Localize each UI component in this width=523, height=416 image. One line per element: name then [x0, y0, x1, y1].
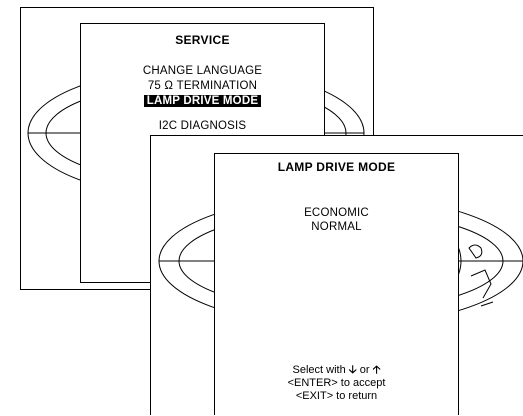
service-menu-title: SERVICE	[175, 33, 230, 47]
arrow-up-icon: 🡡	[372, 364, 381, 376]
menu-item-75-ohm-termination[interactable]: 75 Ω TERMINATION	[81, 79, 324, 93]
menu-item-i2c-diagnosis[interactable]: I2C DIAGNOSIS	[81, 119, 324, 133]
menu-item-label-selected: LAMP DRIVE MODE	[143, 95, 262, 107]
arrow-down-icon: 🡣	[348, 364, 357, 376]
hint-or-label: or	[359, 364, 370, 376]
menu-item-change-language[interactable]: CHANGE LANGUAGE	[81, 64, 324, 78]
menu-item-lamp-drive-mode[interactable]: LAMP DRIVE MODE	[81, 94, 324, 108]
hint-select: Select with 🡣 or 🡡	[215, 364, 458, 377]
hint-enter: <ENTER> to accept	[287, 377, 386, 389]
lamp-drive-menu: LAMP DRIVE MODE ECONOMIC NORMAL Select w…	[214, 153, 459, 415]
menu-item-label: I2C DIAGNOSIS	[158, 120, 247, 132]
menu-item-label: CHANGE LANGUAGE	[142, 65, 263, 77]
option-normal[interactable]: NORMAL	[215, 220, 458, 234]
lamp-drive-menu-title: LAMP DRIVE MODE	[277, 160, 396, 174]
menu-item-label: 75 Ω TERMINATION	[147, 80, 258, 92]
hint-exit: <EXIT> to return	[295, 390, 378, 402]
option-economic[interactable]: ECONOMIC	[215, 206, 458, 220]
hint-select-label: Select with	[292, 364, 346, 376]
